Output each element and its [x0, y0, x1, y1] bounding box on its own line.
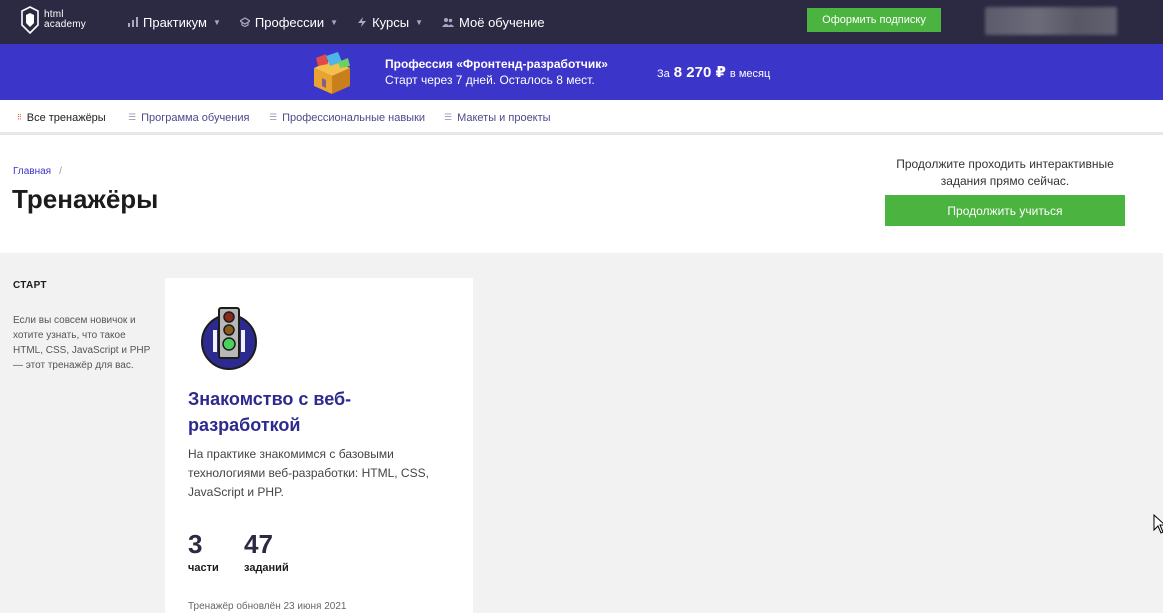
chart-icon	[128, 17, 138, 27]
trainer-card[interactable]: Знакомство с веб-разработкой На практике…	[165, 278, 473, 613]
tab-label: Макеты и проекты	[457, 111, 551, 124]
trainer-tabs: ⁝⁝ Все тренажёры ☰ Программа обучения ☰ …	[0, 100, 1163, 138]
tab-professional-skills[interactable]: ☰ Профессиональные навыки	[269, 100, 425, 135]
continue-prompt-text: Продолжите проходить интерактивные задан…	[896, 157, 1114, 188]
page-header: Главная / Тренажёры Продолжите проходить …	[0, 135, 1163, 253]
tab-label: Программа обучения	[141, 111, 250, 124]
nav-item-my-learning[interactable]: Моё обучение	[442, 15, 545, 30]
tasks-stat: 47 заданий	[244, 530, 289, 574]
page-title: Тренажёры	[12, 184, 159, 214]
promo-banner[interactable]: Профессия «Фронтенд-разработчик» Старт ч…	[0, 44, 1163, 100]
parts-label: части	[188, 562, 219, 574]
parts-count: 3	[188, 529, 203, 559]
section-label: СТАРТ	[13, 280, 47, 291]
breadcrumb-separator: /	[59, 166, 62, 177]
breadcrumb: Главная /	[13, 166, 62, 177]
nav-label: Практикум	[143, 14, 207, 30]
trainer-title-link[interactable]: Знакомство с веб-разработкой	[188, 386, 448, 438]
subscribe-button[interactable]: Оформить подписку	[807, 8, 941, 32]
grid-icon: ⁝⁝	[17, 112, 22, 122]
users-icon	[442, 18, 455, 27]
promo-title: Профессия «Фронтенд-разработчик»	[385, 57, 608, 71]
list-icon: ☰	[128, 112, 136, 122]
nav-item-praktikum[interactable]: Практикум ▼	[128, 15, 221, 30]
logo-text: html academy	[44, 9, 86, 30]
top-navigation-bar: html academy Практикум ▼ Профессии ▼ Кур…	[0, 0, 1163, 44]
section-description: Если вы совсем новичок и хотите узнать, …	[13, 315, 151, 371]
html-academy-logo[interactable]: html academy	[20, 6, 86, 34]
tab-label: Профессиональные навыки	[282, 111, 426, 124]
user-profile-blurred[interactable]	[985, 7, 1117, 35]
list-icon: ☰	[269, 112, 277, 122]
tab-curriculum[interactable]: ☰ Программа обучения	[128, 100, 249, 135]
continue-learning-button[interactable]: Продолжить учиться	[885, 195, 1125, 226]
logo-shield-icon	[21, 6, 39, 34]
nav-item-courses[interactable]: Курсы ▼	[357, 15, 423, 30]
chevron-down-icon: ▼	[330, 17, 339, 27]
mouse-cursor-icon	[1153, 514, 1163, 534]
tab-all-trainers[interactable]: ⁝⁝ Все тренажёры	[17, 100, 112, 138]
chevron-down-icon: ▼	[212, 17, 221, 27]
trainer-description: На практике знакомимся с базовыми технол…	[188, 447, 429, 499]
tab-layouts-projects[interactable]: ☰ Макеты и проекты	[444, 100, 551, 135]
nav-label: Профессии	[254, 14, 325, 30]
graduation-cap-icon	[239, 17, 250, 27]
tasks-label: заданий	[244, 562, 289, 574]
tasks-count: 47	[244, 529, 273, 559]
updated-date: Тренажёр обновлён 23 июня 2021	[188, 601, 347, 612]
tab-label: Все тренажёры	[26, 111, 106, 124]
breadcrumb-home-link[interactable]: Главная	[13, 166, 51, 177]
promo-price: За 8 270 ₽ в месяц	[657, 63, 770, 81]
price-suffix: в месяц	[729, 68, 771, 80]
promo-subtitle: Старт через 7 дней. Осталось 8 мест.	[385, 73, 595, 87]
traffic-light-icon	[201, 307, 257, 370]
nav-item-professions[interactable]: Профессии ▼	[239, 14, 339, 30]
gift-box-illustration-icon	[314, 52, 350, 94]
nav-label: Курсы	[372, 14, 410, 30]
price-prefix: За	[657, 68, 670, 80]
price-amount: 8 270 ₽	[673, 64, 726, 81]
main-nav: Практикум ▼ Профессии ▼ Курсы ▼ Моё обуч…	[128, 0, 564, 44]
lightning-icon	[358, 17, 367, 27]
parts-stat: 3 части	[188, 530, 219, 574]
chevron-down-icon: ▼	[415, 17, 424, 27]
nav-label: Моё обучение	[459, 14, 545, 30]
list-icon: ☰	[444, 112, 452, 122]
